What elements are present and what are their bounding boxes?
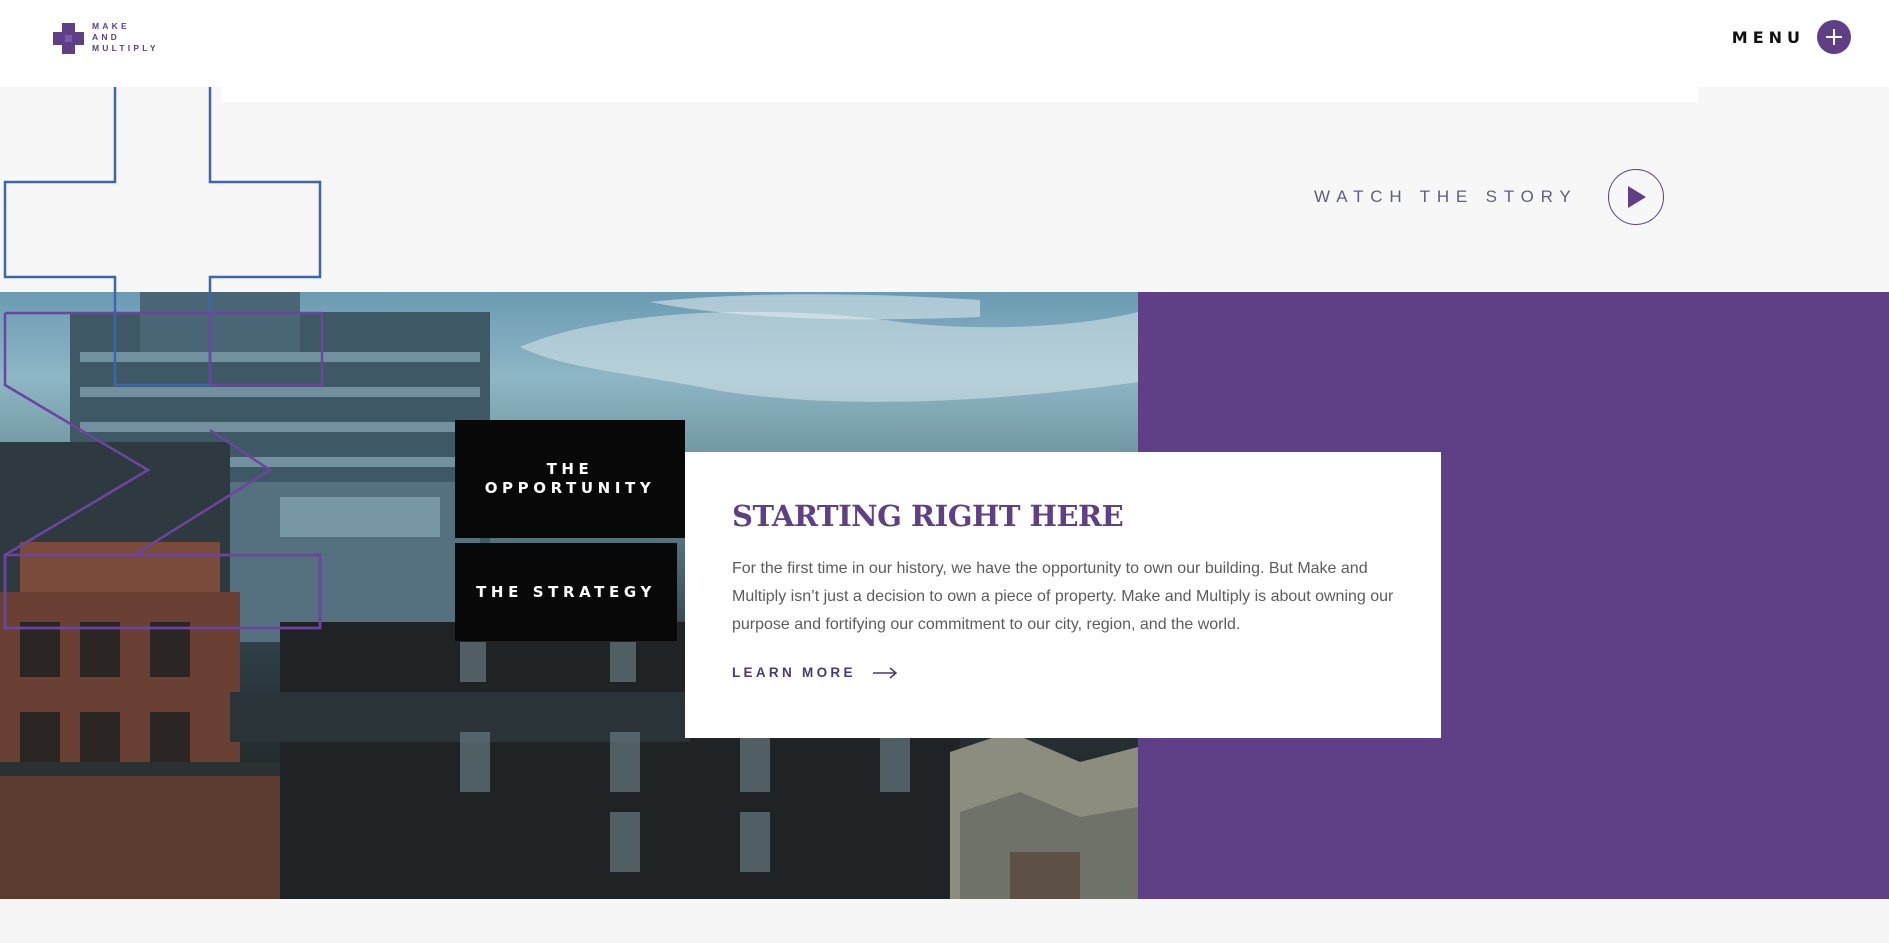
tab-opportunity-label: THE OPPORTUNITY — [485, 460, 656, 498]
card-title: STARTING RIGHT HERE — [732, 499, 1124, 533]
play-button[interactable] — [1607, 169, 1664, 225]
card-body: For the first time in our history, we ha… — [732, 560, 1394, 633]
learn-more-label: LEARN MORE — [732, 665, 856, 680]
tab-the-opportunity[interactable]: THE OPPORTUNITY — [455, 420, 685, 538]
logo-line-multiply: MULTIPLY — [92, 43, 159, 53]
site-header: MAKE AND MULTIPLY MENU — [0, 0, 1889, 87]
logo-mark-icon — [53, 23, 84, 54]
hero-strip — [222, 87, 1698, 102]
tab-strategy-label: THE STRATEGY — [476, 582, 656, 601]
tab-opportunity-line-2: OPPORTUNITY — [484, 479, 656, 497]
menu-label: MENU — [1731, 27, 1805, 47]
tab-opportunity-line-1: THE — [546, 460, 594, 478]
watch-story-link[interactable]: WATCH THE STORY — [1314, 169, 1664, 225]
menu-button[interactable]: MENU — [1732, 20, 1851, 54]
site-logo[interactable]: MAKE AND MULTIPLY — [51, 21, 159, 56]
footer-band — [0, 899, 1889, 943]
tab-the-strategy[interactable]: THE STRATEGY — [455, 543, 677, 641]
content-card: STARTING RIGHT HERE For the first time i… — [685, 452, 1441, 738]
logo-line-make: MAKE — [92, 21, 130, 31]
learn-more-link[interactable]: LEARN MORE — [732, 665, 1393, 680]
logo-line-and: AND — [92, 32, 121, 42]
plus-icon[interactable] — [1817, 20, 1851, 54]
arrow-right-icon — [872, 666, 897, 679]
watch-story-label: WATCH THE STORY — [1314, 187, 1578, 206]
logo-text: MAKE AND MULTIPLY — [92, 21, 159, 54]
play-icon — [1627, 186, 1646, 208]
